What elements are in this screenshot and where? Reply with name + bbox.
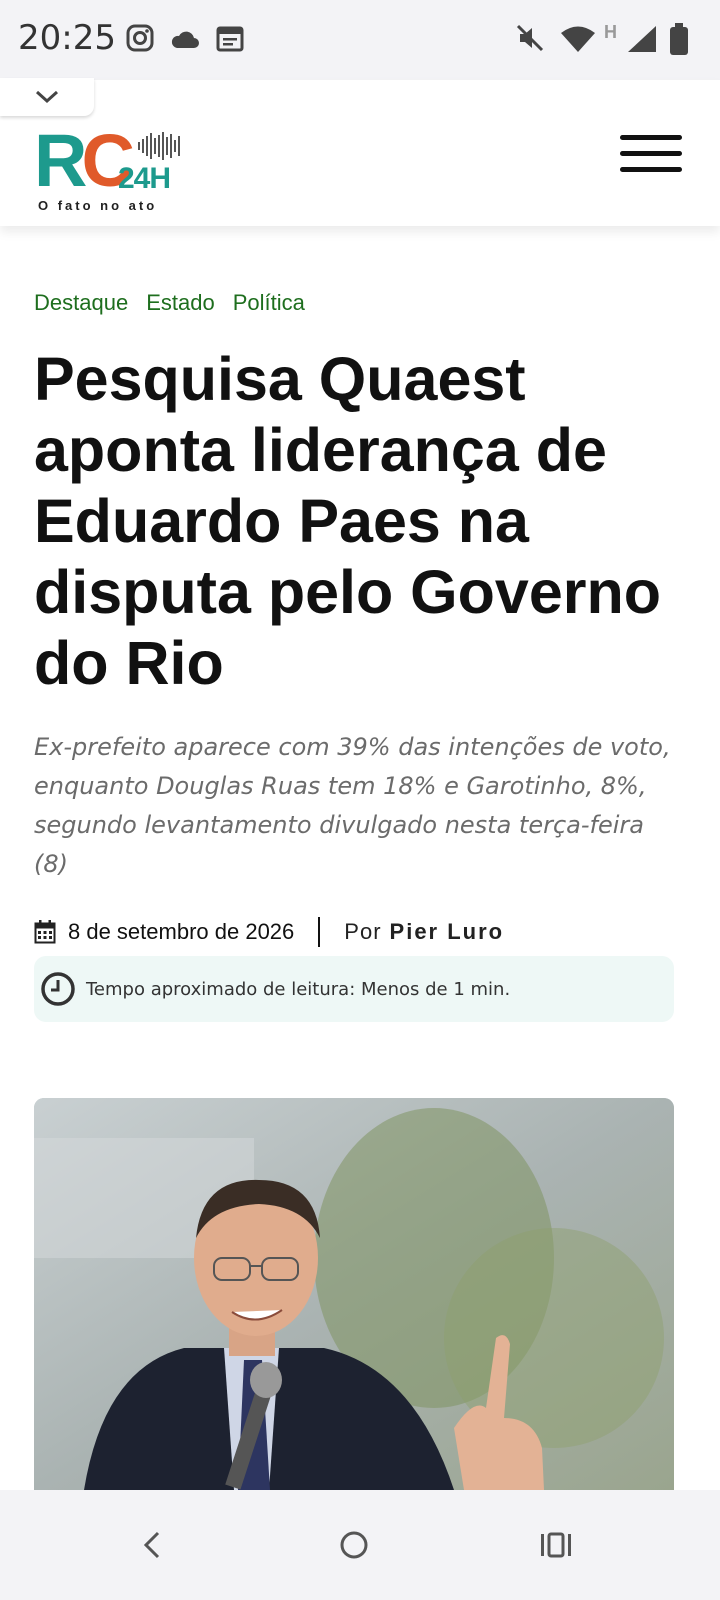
chevron-down-icon (35, 90, 59, 104)
category-link[interactable]: Estado (146, 290, 215, 316)
logo-tagline: O fato no ato (38, 198, 158, 213)
menu-bar (620, 151, 682, 156)
category-list: Destaque Estado Política (34, 290, 305, 316)
cloud-icon (171, 31, 199, 48)
back-icon (143, 1531, 160, 1559)
system-nav-bar (0, 1490, 720, 1600)
battery-icon (670, 23, 688, 55)
logo-sub: 24H (118, 162, 171, 195)
article-date: 8 de setembro de 2026 (68, 919, 295, 944)
recents-icon (541, 1532, 571, 1558)
article-photo[interactable] (34, 1098, 674, 1490)
hamburger-menu-button[interactable] (620, 135, 684, 175)
wifi-icon (561, 26, 595, 52)
status-time: 20:25 (18, 18, 116, 58)
instagram-icon (126, 24, 154, 52)
home-button[interactable] (314, 1510, 394, 1580)
back-button[interactable] (112, 1510, 192, 1580)
collapse-tab-button[interactable] (0, 78, 94, 116)
status-bar: 20:25 H (0, 0, 720, 80)
article-subtitle: Ex-prefeito aparece com 39% das intençõe… (34, 733, 671, 878)
category-link[interactable]: Política (233, 290, 305, 316)
signal-icon (628, 26, 656, 52)
site-header: RC 24H O fato no ato (0, 80, 720, 226)
article-headline: Pesquisa Quaest aponta liderança de Edua… (34, 345, 662, 697)
category-link[interactable]: Destaque (34, 290, 128, 316)
network-h-icon: H (604, 22, 617, 42)
recents-button[interactable] (516, 1510, 596, 1580)
reading-time-text: Tempo aproximado de leitura: Menos de 1 … (86, 978, 511, 1000)
mute-icon (516, 24, 544, 52)
byline-label: Por (344, 919, 382, 944)
logo-text: RC (34, 119, 135, 202)
calendar-icon (216, 26, 244, 52)
meta-divider (318, 917, 321, 947)
calendar-icon (34, 920, 56, 944)
article-meta: 8 de setembro de 2026 Por Pier Luro (34, 912, 684, 952)
reading-time-box: Tempo aproximado de leitura: Menos de 1 … (34, 956, 674, 1022)
site-logo[interactable]: RC 24H O fato no ato (34, 124, 194, 214)
menu-bar (620, 135, 682, 140)
politician-photo (34, 1098, 674, 1490)
menu-bar (620, 167, 682, 172)
home-icon (340, 1531, 368, 1559)
clock-icon (41, 972, 75, 1006)
soundwave-icon (138, 132, 180, 160)
author-link[interactable]: Pier Luro (390, 919, 505, 945)
